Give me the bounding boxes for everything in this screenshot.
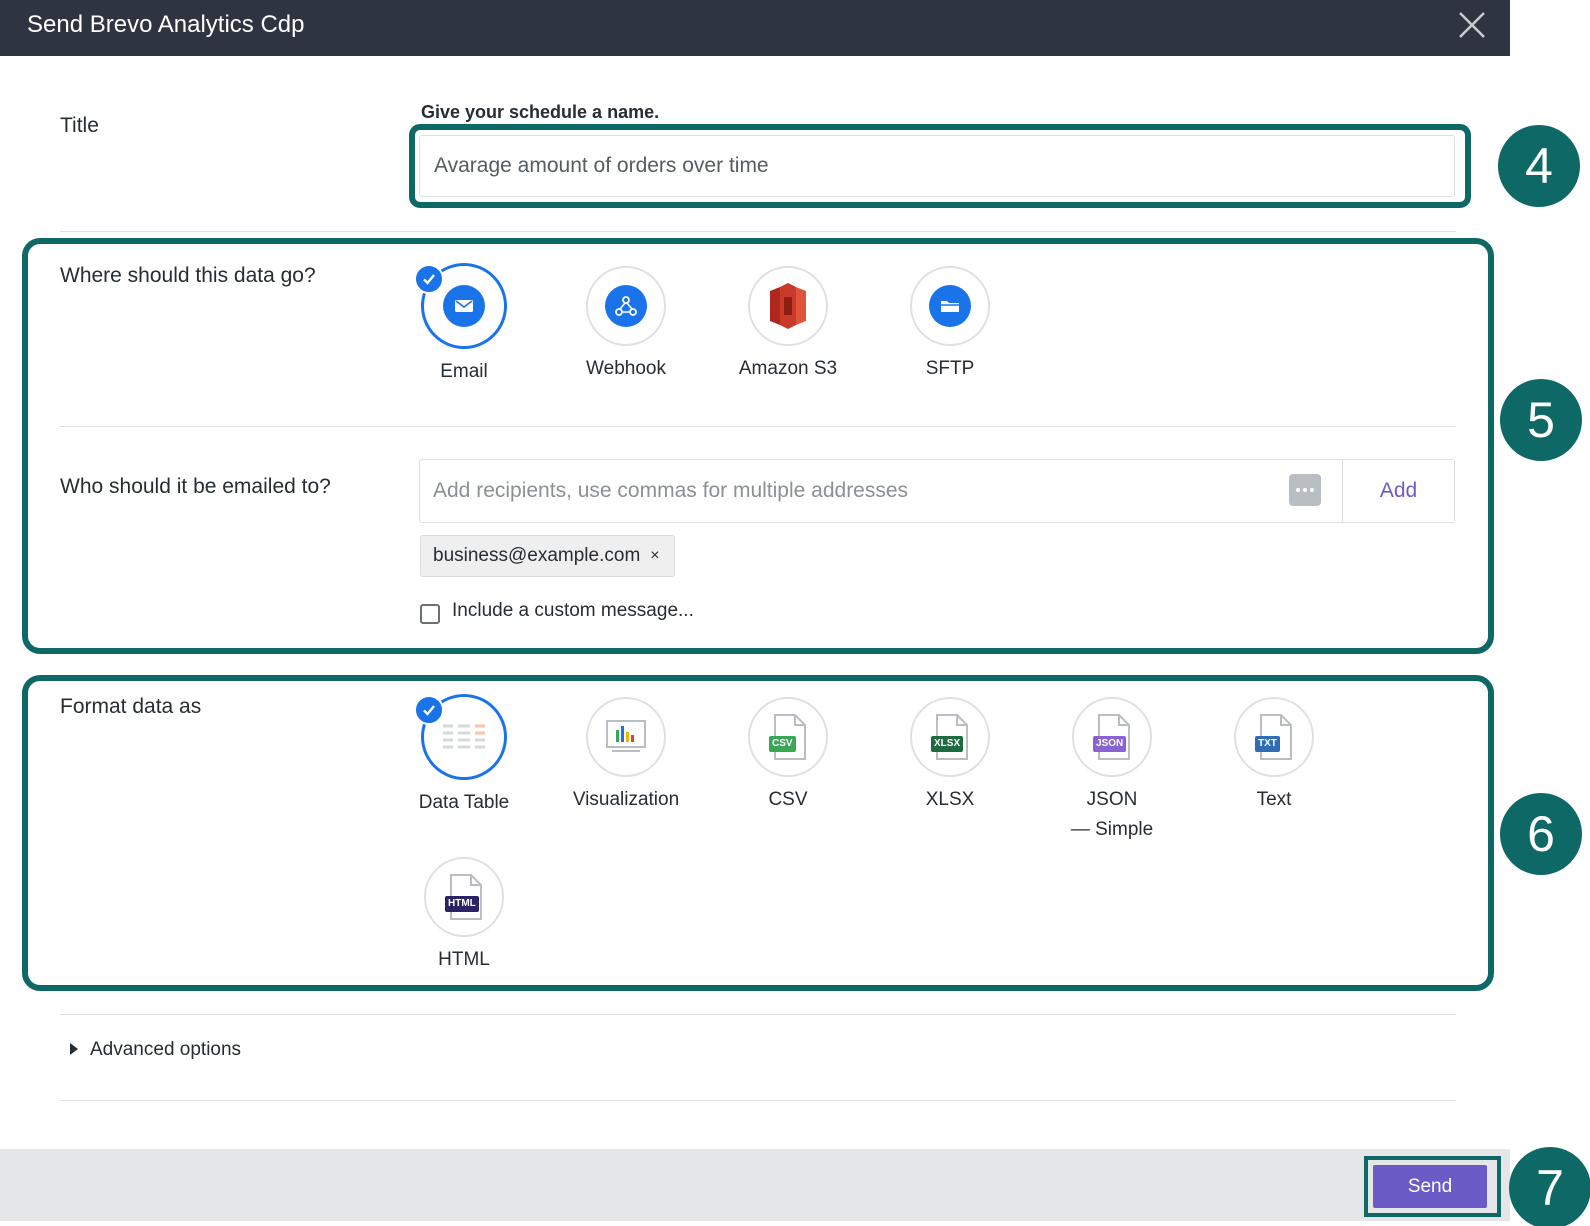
close-icon[interactable] — [1456, 9, 1488, 41]
data-table-icon — [443, 724, 485, 749]
destination-option-label: Email — [440, 361, 488, 382]
txt-file-icon: TXT — [1255, 714, 1293, 760]
annotation-badge-5: 5 — [1500, 379, 1582, 461]
caret-right-icon[interactable] — [70, 1043, 78, 1055]
add-recipient-button[interactable]: Add — [1342, 460, 1454, 522]
format-label: Format data as — [60, 695, 202, 718]
annotation-badge-6: 6 — [1500, 793, 1582, 875]
destination-option-amazon-s3[interactable]: Amazon S3 — [722, 266, 854, 384]
destination-option-label: Amazon S3 — [738, 358, 838, 379]
divider — [60, 426, 1456, 427]
destination-option-sftp[interactable]: SFTP — [884, 266, 1016, 384]
format-option-html[interactable]: HTML HTML — [398, 857, 530, 975]
txt-tag: TXT — [1255, 736, 1280, 752]
annotation-badge-4: 4 — [1498, 125, 1580, 207]
check-icon — [414, 264, 444, 294]
format-option-xlsx[interactable]: XLSX XLSX — [884, 697, 1016, 815]
format-option-label: HTML — [438, 949, 490, 970]
format-option-label: JSON — [1086, 789, 1138, 810]
email-icon — [443, 285, 485, 327]
csv-tag: CSV — [769, 736, 796, 752]
divider — [60, 1014, 1456, 1015]
json-file-icon: JSON — [1093, 714, 1131, 760]
destination-option-email[interactable]: Email — [398, 263, 530, 387]
title-hint: Give your schedule a name. — [421, 102, 660, 122]
dialog-title: Send Brevo Analytics Cdp — [27, 11, 305, 38]
json-tag: JSON — [1093, 736, 1127, 752]
title-input[interactable] — [419, 135, 1455, 197]
recipient-chip: business@example.com × — [420, 535, 675, 577]
custom-message-label[interactable]: Include a custom message... — [452, 600, 694, 622]
format-option-csv[interactable]: CSV CSV — [722, 697, 854, 815]
dialog-footer — [0, 1149, 1510, 1221]
annotation-badge-7: 7 — [1509, 1147, 1590, 1226]
more-dots-icon[interactable] — [1289, 474, 1321, 506]
format-option-label: XLSX — [925, 789, 975, 810]
html-file-icon: HTML — [445, 874, 483, 920]
format-option-visualization[interactable]: Visualization — [560, 697, 692, 815]
destination-label: Where should this data go? — [60, 264, 316, 287]
format-option-label: Visualization — [572, 789, 680, 810]
amazon-s3-icon — [770, 283, 806, 329]
title-label: Title — [60, 114, 99, 137]
xlsx-file-icon: XLSX — [931, 714, 969, 760]
recipients-label: Who should it be emailed to? — [60, 475, 331, 498]
format-option-label: Data Table — [418, 792, 510, 813]
divider — [60, 231, 1456, 232]
format-option-json-simple[interactable]: JSON JSON — Simple — [1046, 697, 1178, 845]
format-option-label: CSV — [768, 789, 808, 810]
csv-file-icon: CSV — [769, 714, 807, 760]
html-tag: HTML — [445, 896, 479, 912]
recipients-input[interactable] — [419, 459, 1299, 523]
divider — [60, 1100, 1456, 1101]
remove-chip-icon[interactable]: × — [650, 547, 659, 565]
folder-icon — [929, 285, 971, 327]
webhook-icon — [605, 285, 647, 327]
visualization-icon — [606, 720, 646, 752]
destination-option-label: Webhook — [586, 358, 666, 379]
format-option-label: Text — [1256, 789, 1292, 810]
destination-option-webhook[interactable]: Webhook — [560, 266, 692, 384]
format-option-text[interactable]: TXT Text — [1208, 697, 1340, 815]
check-icon — [414, 695, 444, 725]
custom-message-checkbox[interactable] — [420, 604, 440, 624]
advanced-options-toggle[interactable]: Advanced options — [90, 1039, 241, 1061]
format-option-data-table[interactable]: Data Table — [398, 694, 530, 818]
send-button[interactable]: Send — [1373, 1165, 1487, 1208]
recipient-chip-label: business@example.com — [433, 545, 641, 566]
format-option-sublabel: — Simple — [1070, 819, 1154, 840]
destination-option-label: SFTP — [925, 358, 975, 379]
xlsx-tag: XLSX — [931, 736, 964, 752]
